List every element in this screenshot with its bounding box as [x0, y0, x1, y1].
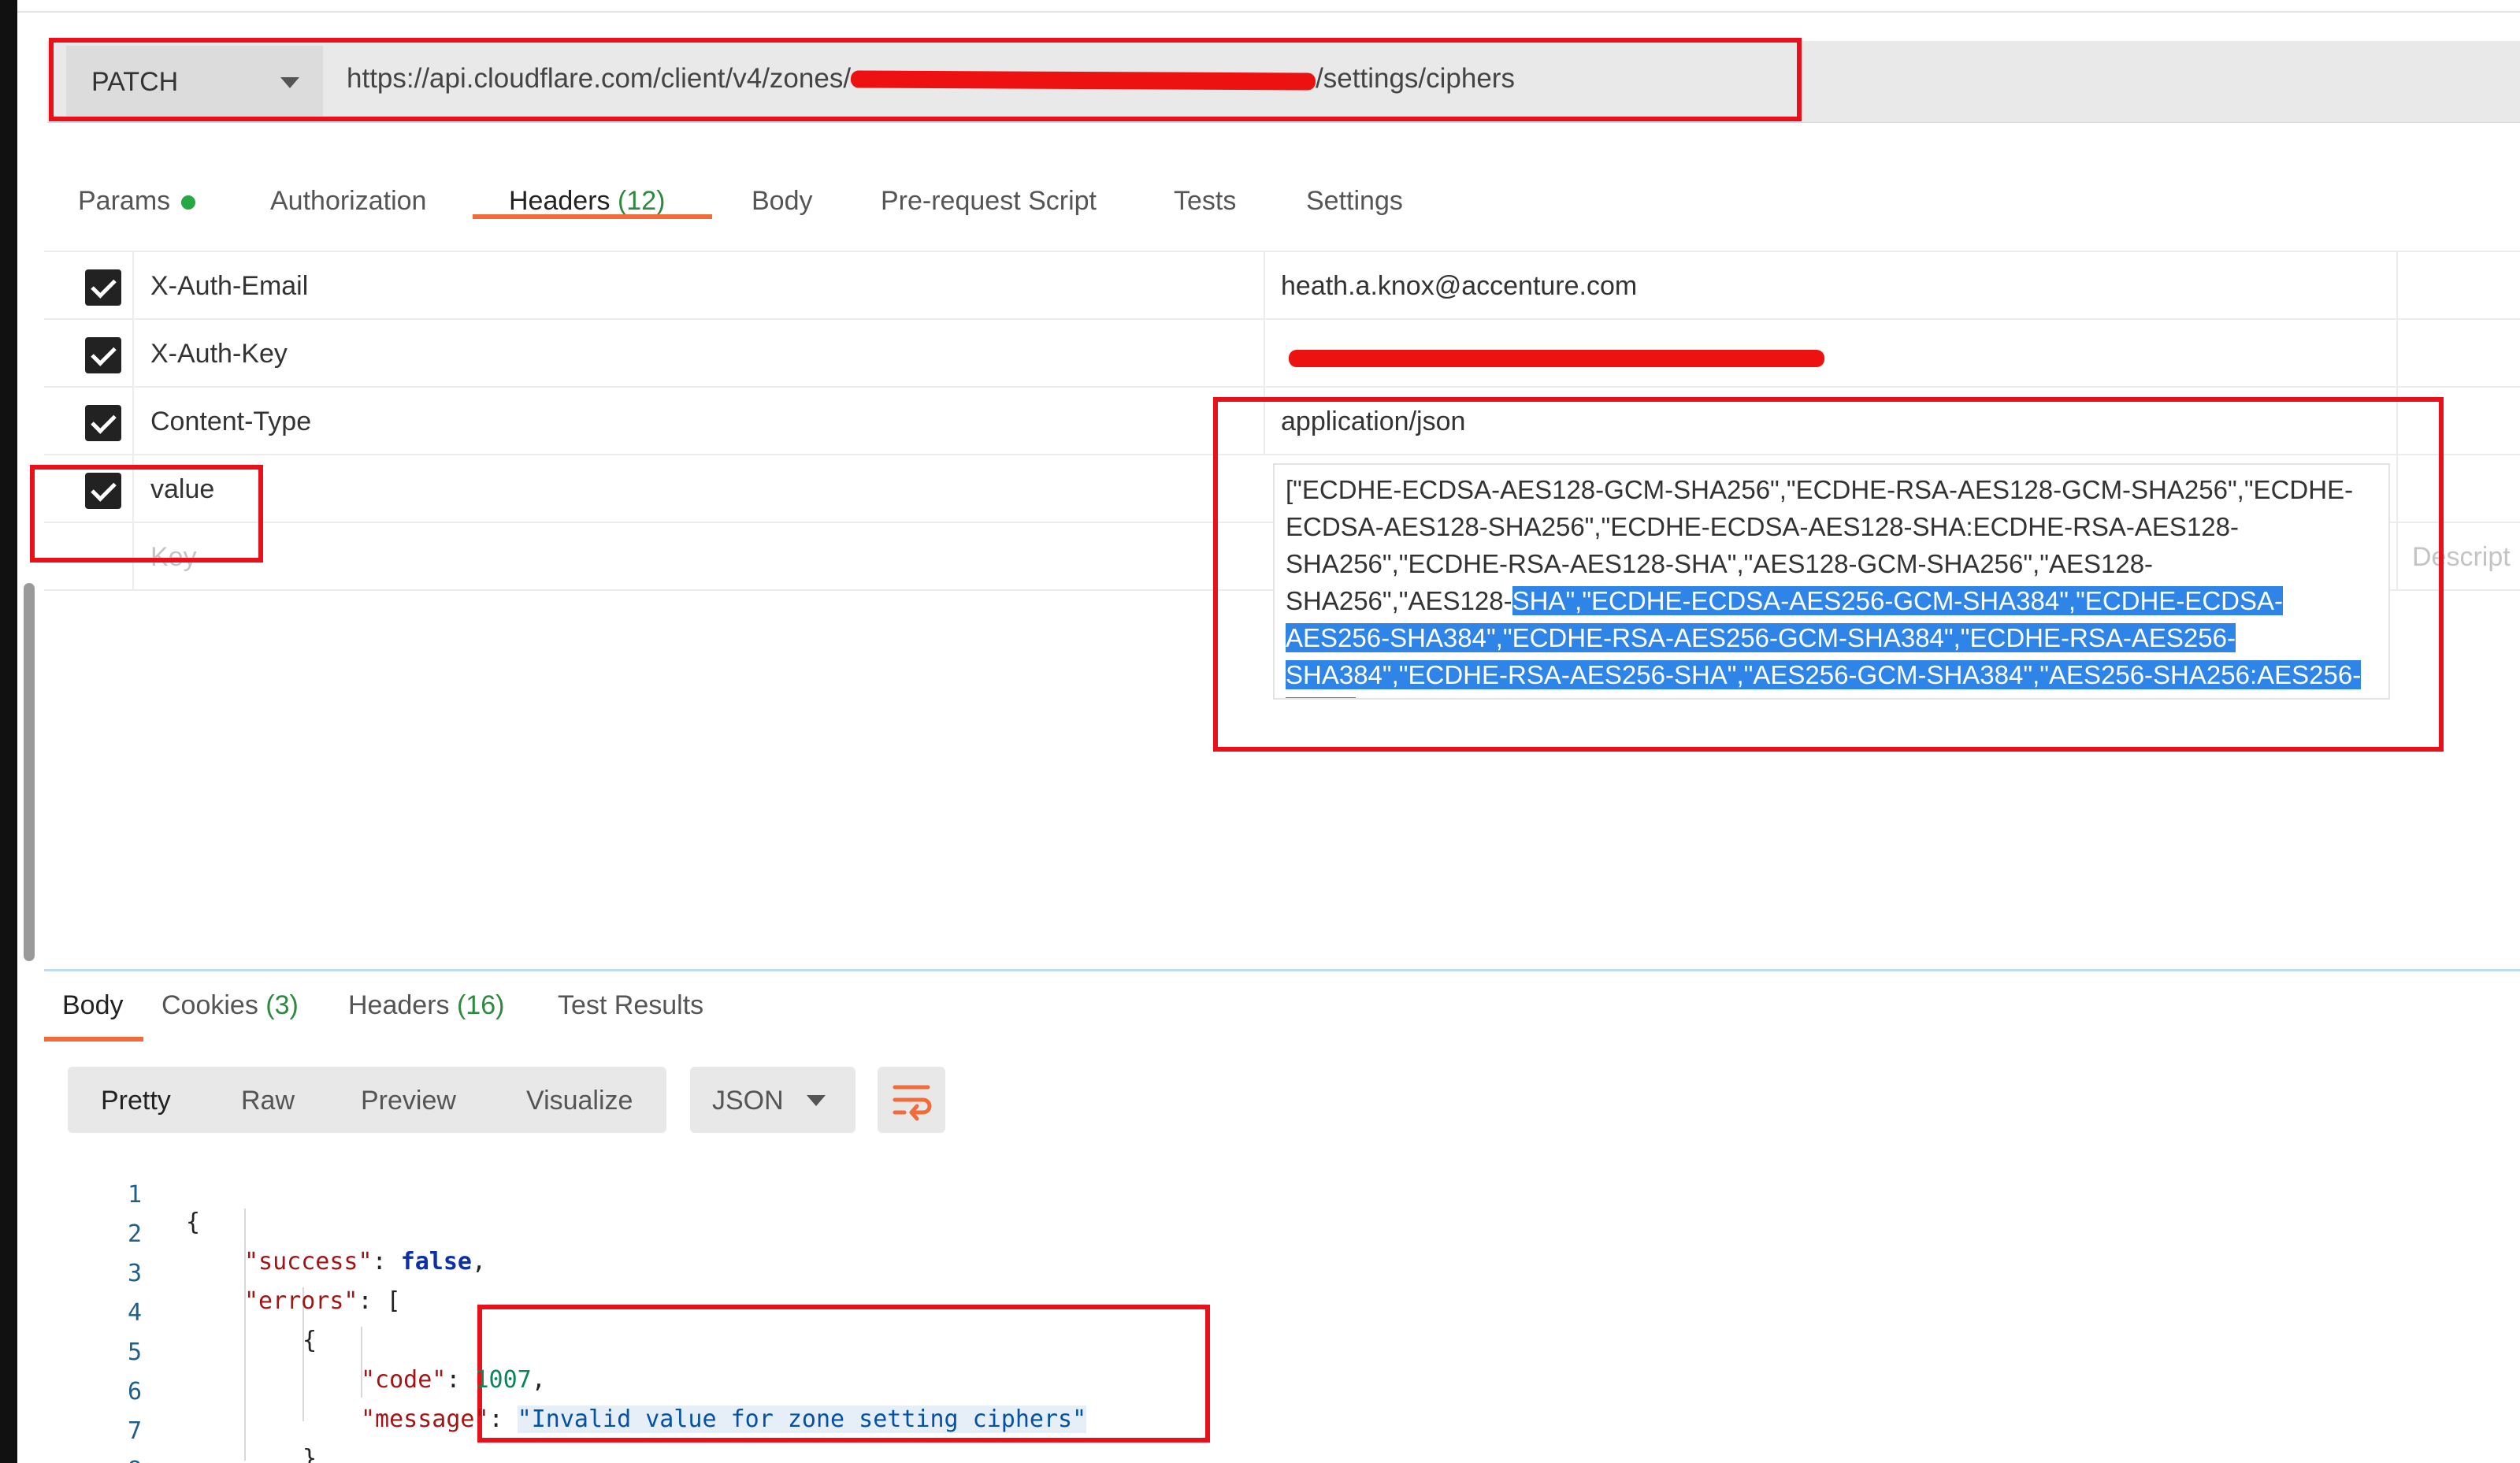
tab-settings[interactable]: Settings: [1306, 170, 1403, 233]
code-line: 4 {: [47, 1272, 317, 1354]
code-line: 3 "errors": [: [47, 1232, 401, 1315]
tab-count: (3): [265, 990, 299, 1020]
column-divider: [1264, 320, 1265, 386]
tab-label: Headers: [509, 186, 611, 216]
column-divider: [132, 252, 134, 318]
tab-label: Test Results: [558, 990, 704, 1020]
code-line: 8 ],: [47, 1429, 142, 1463]
code-text: "errors": [: [244, 1287, 401, 1315]
code-text: "code": 1007,: [361, 1366, 546, 1394]
active-tab-indicator: [473, 214, 712, 219]
code-line: 7 }: [47, 1390, 317, 1463]
tab-count: (12): [617, 186, 666, 216]
view-preview-button[interactable]: Preview: [361, 1086, 456, 1116]
response-tab-headers[interactable]: Headers (16): [348, 990, 504, 1021]
tab-pre-request-script[interactable]: Pre-request Script: [881, 170, 1097, 233]
tab-label: Authorization: [270, 186, 427, 216]
json-string: "Invalid value for zone setting ciphers": [517, 1405, 1087, 1433]
status-dot-icon: [181, 195, 196, 210]
tab-label: Params: [78, 186, 171, 216]
annotation-box-value: [1213, 397, 2444, 752]
row-enabled-checkbox[interactable]: [85, 405, 121, 441]
header-key[interactable]: X-Auth-Email: [150, 271, 308, 302]
tab-label: Headers: [348, 990, 450, 1020]
json-key: "code": [361, 1366, 447, 1394]
response-tab-cookies[interactable]: Cookies (3): [161, 990, 299, 1021]
code-text: "message": "Invalid value for zone setti…: [361, 1405, 1087, 1433]
tab-label: Pre-request Script: [881, 186, 1097, 216]
code-line: 5 "code": 1007,: [47, 1311, 546, 1394]
wrap-icon: [893, 1085, 932, 1121]
view-raw-button[interactable]: Raw: [241, 1086, 295, 1116]
tab-body[interactable]: Body: [752, 170, 813, 233]
json-key: "success": [244, 1248, 373, 1275]
tab-label: Body: [62, 990, 124, 1020]
column-divider: [2396, 320, 2398, 386]
line-number: 8: [95, 1457, 142, 1463]
json-key: "errors": [244, 1287, 358, 1315]
response-tab-body[interactable]: Body: [62, 990, 124, 1021]
table-row: X-Auth-Key: [44, 320, 2520, 388]
code-text: {: [186, 1209, 201, 1236]
code-line: 2 "success": false,: [47, 1193, 486, 1275]
format-select[interactable]: JSON: [690, 1067, 855, 1133]
top-strip: [17, 0, 2520, 13]
view-pretty-button[interactable]: Pretty: [101, 1086, 171, 1116]
response-tab-test-results[interactable]: Test Results: [558, 990, 703, 1021]
header-key[interactable]: X-Auth-Key: [150, 339, 288, 369]
scrollbar-thumb[interactable]: [24, 583, 35, 961]
format-label: JSON: [712, 1086, 784, 1116]
json-boolean: false: [400, 1248, 472, 1275]
tab-params[interactable]: Params: [78, 170, 196, 233]
tab-tests[interactable]: Tests: [1174, 170, 1236, 233]
tab-count: (16): [456, 990, 505, 1020]
code-text: {: [302, 1327, 317, 1354]
code-text: }: [302, 1445, 317, 1463]
view-visualize-button[interactable]: Visualize: [526, 1086, 633, 1116]
column-divider: [2396, 252, 2398, 318]
tab-label: Tests: [1174, 186, 1237, 216]
header-key[interactable]: Content-Type: [150, 407, 311, 437]
table-row: X-Auth-Email heath.a.knox@accenture.com: [44, 252, 2520, 320]
json-number: 1007: [474, 1366, 532, 1394]
active-response-tab-indicator: [44, 1037, 143, 1042]
tab-headers[interactable]: Headers (12): [509, 170, 665, 233]
row-enabled-checkbox[interactable]: [85, 269, 121, 306]
annotation-box-url: [49, 38, 1802, 121]
tab-authorization[interactable]: Authorization: [270, 170, 426, 233]
tab-label: Body: [752, 186, 813, 216]
redaction-mark: [1289, 350, 1824, 367]
tab-label: Cookies: [161, 990, 258, 1020]
header-value[interactable]: heath.a.knox@accenture.com: [1281, 271, 1637, 302]
column-divider: [132, 388, 134, 454]
indent-guide: [244, 1209, 246, 1461]
window-left-edge: [0, 0, 17, 1463]
response-divider[interactable]: [44, 969, 2520, 971]
column-divider: [132, 320, 134, 386]
code-text: "success": false,: [244, 1248, 487, 1275]
view-mode-group: Pretty Raw Preview Visualize: [68, 1067, 666, 1133]
row-enabled-checkbox[interactable]: [85, 337, 121, 373]
json-key: "message": [361, 1405, 489, 1433]
code-line: 6 "message": "Invalid value for zone set…: [47, 1350, 1087, 1433]
column-divider: [1264, 252, 1265, 318]
tab-label: Settings: [1306, 186, 1403, 216]
json-punct: [: [386, 1287, 401, 1315]
code-line: 1 {: [47, 1153, 200, 1236]
chevron-down-icon: [807, 1095, 826, 1106]
wrap-lines-button[interactable]: [878, 1067, 945, 1133]
annotation-box-key: [30, 465, 263, 563]
